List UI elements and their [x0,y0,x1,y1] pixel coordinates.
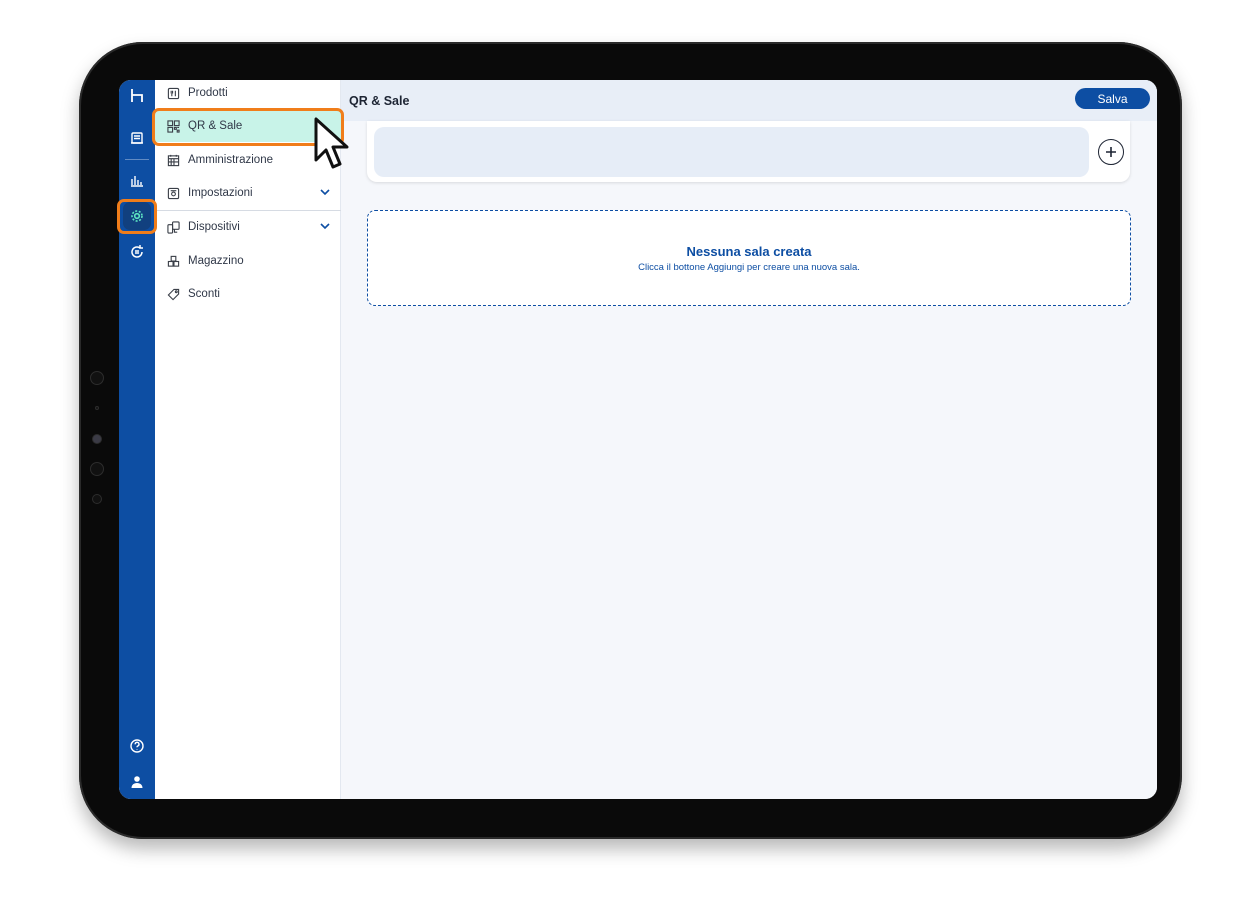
icon-rail [119,80,155,799]
sidebar-item-impostazioni[interactable]: Impostazioni [155,177,341,209]
settings-sidebar: Prodotti QR & Sale Amministrazione Impos… [155,80,341,799]
rooms-tab-bar [367,121,1130,182]
menu-card-icon [166,86,180,100]
rail-divider [125,159,149,160]
receipt-icon[interactable] [123,124,151,152]
qr-code-icon [166,119,180,133]
sensor-dot [92,494,102,504]
tag-icon [166,287,180,301]
empty-state: Nessuna sala creata Clicca il bottone Ag… [367,210,1131,306]
plus-icon [1106,147,1116,157]
help-icon[interactable] [123,732,151,760]
calendar-grid-icon [166,153,180,167]
sidebar-item-label: QR & Sale [188,120,243,132]
rooms-tabs-area[interactable] [374,127,1089,177]
refresh-euro-icon[interactable] [123,238,151,266]
empty-state-description: Clicca il bottone Aggiungi per creare un… [638,261,860,273]
page-title: QR & Sale [349,93,410,108]
chevron-down-icon[interactable] [319,220,331,232]
sensor-dot [92,434,102,444]
save-button[interactable]: Salva [1075,88,1150,109]
main-content: QR & Sale Salva Nessuna sala creata Clic… [341,80,1157,799]
sidebar-item-label: Sconti [188,288,220,300]
mouse-cursor-icon [314,117,349,169]
bar-chart-icon[interactable] [123,166,151,194]
chevron-down-icon[interactable] [319,186,331,198]
sidebar-item-magazzino[interactable]: Magazzino [155,245,341,277]
camera-dot [90,371,104,385]
boxes-icon [166,254,180,268]
camera-dot [90,462,104,476]
logo-icon[interactable] [123,82,151,110]
settings-box-icon [166,186,180,200]
sidebar-item-prodotti[interactable]: Prodotti [155,80,341,109]
sensor-dot [95,406,99,410]
devices-icon [166,220,180,234]
sidebar-item-label: Amministrazione [188,154,273,166]
gear-icon[interactable] [123,202,151,230]
sidebar-item-label: Prodotti [188,87,228,99]
sidebar-item-label: Magazzino [188,255,244,267]
app-screen: Prodotti QR & Sale Amministrazione Impos… [119,80,1157,799]
add-room-button[interactable] [1098,139,1124,165]
sidebar-item-dispositivi[interactable]: Dispositivi [155,211,341,243]
sidebar-item-label: Dispositivi [188,221,240,233]
user-icon[interactable] [123,768,151,796]
top-bar: QR & Sale Salva [341,80,1157,121]
sidebar-item-label: Impostazioni [188,187,253,199]
sidebar-item-sconti[interactable]: Sconti [155,278,341,310]
empty-state-title: Nessuna sala creata [686,243,812,259]
